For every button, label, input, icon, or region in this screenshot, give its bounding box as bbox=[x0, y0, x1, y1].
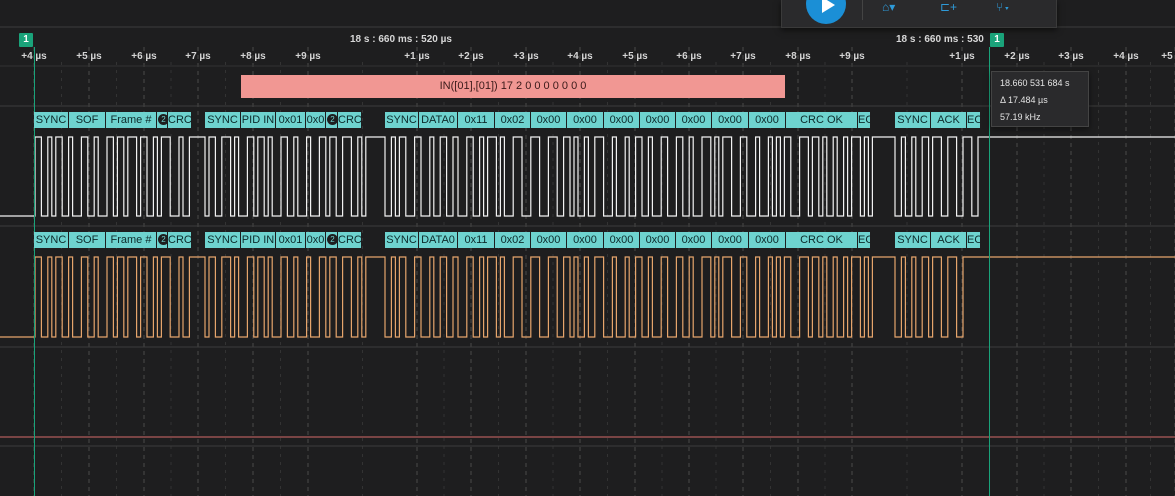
decode-segment[interactable]: 0x11 bbox=[458, 112, 495, 128]
decode-segment[interactable]: 0x00 bbox=[567, 112, 604, 128]
trigger-icon[interactable]: ⑂▾ bbox=[996, 0, 1022, 14]
ruler-tick-label: +5 bbox=[1161, 51, 1173, 62]
ruler-tick-label: +5 µs bbox=[76, 51, 102, 62]
ruler-tick-label: +3 µs bbox=[513, 51, 539, 62]
decode-segment[interactable]: 2 bbox=[326, 112, 338, 128]
decode-segment[interactable]: 0x0 bbox=[306, 232, 326, 248]
decode-segment[interactable]: 0x02 bbox=[495, 112, 531, 128]
measure-icon[interactable]: ⌂▾ bbox=[882, 0, 908, 14]
ruler-tick-label: +4 µs bbox=[567, 51, 593, 62]
ruler-tick-label: +8 µs bbox=[785, 51, 811, 62]
decode-segment[interactable]: Frame # bbox=[106, 112, 157, 128]
decode-segment[interactable]: 2 bbox=[157, 232, 168, 248]
decode-segment[interactable]: EO bbox=[858, 112, 871, 128]
decode-segment[interactable]: 0x01 bbox=[276, 232, 306, 248]
decode-segment[interactable]: 0x00 bbox=[531, 112, 567, 128]
decode-segment[interactable]: DATA0 bbox=[419, 112, 458, 128]
decode-segment[interactable]: 0x00 bbox=[604, 112, 640, 128]
decode-segment[interactable]: CRC bbox=[338, 112, 362, 128]
decode-segment[interactable]: SYNC bbox=[895, 112, 931, 128]
toolbar-divider bbox=[862, 0, 863, 20]
decode-segment[interactable]: 0x11 bbox=[458, 232, 495, 248]
decode-segment[interactable]: 0x00 bbox=[640, 112, 676, 128]
decode-segment[interactable]: CRC OK bbox=[786, 232, 858, 248]
decode-segment[interactable]: EO bbox=[967, 232, 981, 248]
marker-2-flag[interactable]: 1 bbox=[990, 33, 1004, 47]
decode-segment[interactable]: PID IN bbox=[241, 112, 276, 128]
measurement-tooltip: 18.660 531 684 s Δ 17.484 µs 57.19 kHz bbox=[991, 71, 1089, 127]
decode-segment[interactable]: CRC OK bbox=[786, 112, 858, 128]
ruler-tick-label: +9 µs bbox=[839, 51, 865, 62]
decode-segment[interactable]: SYNC bbox=[34, 112, 69, 128]
ruler-tick-label: +2 µs bbox=[458, 51, 484, 62]
decode-segment[interactable]: 0x00 bbox=[712, 112, 749, 128]
decode-segment[interactable]: 0x00 bbox=[676, 112, 712, 128]
decode-segment[interactable]: DATA0 bbox=[419, 232, 458, 248]
ruler-tick-label: +3 µs bbox=[1058, 51, 1084, 62]
decode-segment[interactable]: 0x00 bbox=[640, 232, 676, 248]
ruler-tick-label: +6 µs bbox=[676, 51, 702, 62]
ruler-tick-label: +8 µs bbox=[240, 51, 266, 62]
decode-segment[interactable]: SYNC bbox=[34, 232, 69, 248]
decode-segment[interactable]: SYNC bbox=[385, 232, 419, 248]
decode-segment[interactable]: EO bbox=[967, 112, 981, 128]
decode-segment[interactable]: SYNC bbox=[385, 112, 419, 128]
timestamp-right: 18 s : 660 ms : 530 bbox=[896, 34, 984, 45]
decode-segment[interactable]: SYNC bbox=[895, 232, 931, 248]
marker-1-flag[interactable]: 1 bbox=[19, 33, 33, 47]
decode-segment[interactable]: 2 bbox=[157, 112, 168, 128]
decode-segment[interactable]: 0x00 bbox=[567, 232, 604, 248]
ruler-tick-label: +9 µs bbox=[295, 51, 321, 62]
tooltip-time: 18.660 531 684 s bbox=[1000, 78, 1070, 88]
decode-segment[interactable]: 0x00 bbox=[712, 232, 749, 248]
tooltip-frequency: 57.19 kHz bbox=[1000, 112, 1041, 122]
decode-segment[interactable]: Frame # bbox=[106, 232, 157, 248]
decode-segment[interactable]: CRC bbox=[338, 232, 362, 248]
decode-segment[interactable]: ACK bbox=[931, 112, 967, 128]
decode-segment[interactable]: EO bbox=[858, 232, 871, 248]
ruler-tick-label: +4 µs bbox=[1113, 51, 1139, 62]
ruler-tick-label: +7 µs bbox=[185, 51, 211, 62]
decode-segment[interactable]: SYNC bbox=[205, 232, 241, 248]
ruler-tick-label: +1 µs bbox=[404, 51, 430, 62]
timestamp-center: 18 s : 660 ms : 520 µs bbox=[350, 34, 452, 45]
decode-segment[interactable]: 0x01 bbox=[276, 112, 306, 128]
ruler-tick-label: +6 µs bbox=[131, 51, 157, 62]
ruler-tick-label: +1 µs bbox=[949, 51, 975, 62]
decode-segment[interactable]: SOF bbox=[69, 232, 106, 248]
decode-segment[interactable]: 0x00 bbox=[676, 232, 712, 248]
decode-segment[interactable]: SYNC bbox=[205, 112, 241, 128]
marker-2-line[interactable] bbox=[989, 47, 990, 496]
channel-1-waveform bbox=[0, 136, 1175, 217]
ruler-tick-label: +2 µs bbox=[1004, 51, 1030, 62]
decode-segment[interactable]: 2 bbox=[326, 232, 338, 248]
decode-segment[interactable]: ACK bbox=[931, 232, 967, 248]
decode-segment[interactable]: 0x02 bbox=[495, 232, 531, 248]
ruler-tick-label: +7 µs bbox=[730, 51, 756, 62]
decode-segment[interactable]: PID IN bbox=[241, 232, 276, 248]
tooltip-delta: Δ 17.484 µs bbox=[1000, 95, 1048, 105]
ruler-tick-label: +5 µs bbox=[622, 51, 648, 62]
marker-icon[interactable]: ⊏+ bbox=[940, 0, 966, 14]
decode-segment[interactable]: 0x00 bbox=[531, 232, 567, 248]
usb-packet-bar[interactable]: IN([01],[01]) 17 2 0 0 0 0 0 0 0 bbox=[241, 75, 785, 98]
decode-segment[interactable]: 0x00 bbox=[749, 112, 786, 128]
decode-segment[interactable]: 0x0 bbox=[306, 112, 326, 128]
channel-2-waveform bbox=[0, 256, 1175, 338]
decode-segment[interactable]: 0x00 bbox=[749, 232, 786, 248]
capture-toolbar: ⌂▾ ⊏+ ⑂▾ bbox=[781, 0, 1057, 28]
decode-segment[interactable]: CRC bbox=[168, 232, 192, 248]
decode-segment[interactable]: 0x00 bbox=[604, 232, 640, 248]
decode-segment[interactable]: SOF bbox=[69, 112, 106, 128]
play-button[interactable] bbox=[806, 0, 846, 24]
decode-segment[interactable]: CRC bbox=[168, 112, 192, 128]
